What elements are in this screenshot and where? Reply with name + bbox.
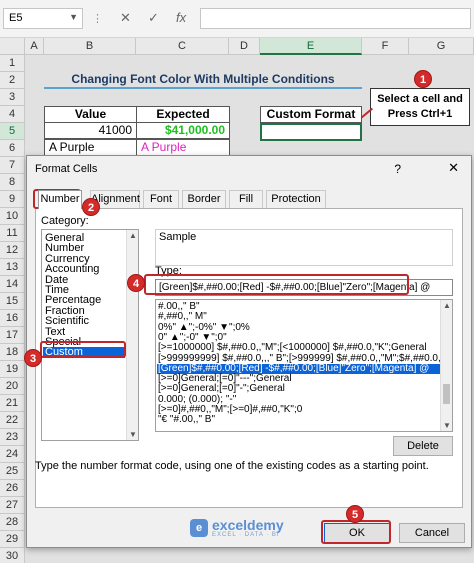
logo-name: exceldemy [212,517,284,533]
row-header[interactable]: 21 [0,395,25,412]
row-header[interactable]: 22 [0,412,25,429]
column-header-f[interactable]: F [362,38,409,55]
column-header-d[interactable]: D [229,38,260,55]
format-code-item[interactable]: [>=1000000] $#,##0.0,,"M";[<1000000] $#,… [158,343,427,353]
cancel-icon[interactable]: ✕ [120,10,131,26]
dialog-title: Format Cells [35,163,98,175]
row-header[interactable]: 4 [0,106,25,123]
row-header[interactable]: 14 [0,276,25,293]
exceldemy-logo: e exceldemy EXCEL · DATA · BI [190,517,310,539]
chevron-down-icon[interactable]: ▼ [69,12,78,22]
scroll-down-icon[interactable]: ▼ [127,430,139,439]
category-label: Category: [41,215,89,227]
row-header[interactable]: 9 [0,191,25,208]
row-header[interactable]: 26 [0,480,25,497]
row-header[interactable]: 8 [0,174,25,191]
row-header[interactable]: 6 [0,140,25,157]
row-header[interactable]: 29 [0,531,25,548]
name-box-value: E5 [9,12,23,24]
delete-button[interactable]: Delete [393,436,453,456]
value-cell-b5[interactable]: 41000 [44,122,137,139]
step-badge-4: 4 [127,274,145,292]
highlight-custom-category [40,341,126,358]
row-header[interactable]: 10 [0,208,25,225]
expected-format-header[interactable]: Expected Format [136,106,230,136]
row-header[interactable]: 25 [0,463,25,480]
step-badge-5: 5 [346,505,364,523]
step-badge-1: 1 [414,70,432,88]
format-code-list[interactable]: #.00,," B" #,##0,," M" 0%" ▲";-0%" ▼";0% 0"… [155,299,453,432]
column-header-g[interactable]: G [409,38,474,55]
step-badge-2: 2 [82,198,100,216]
fx-icon[interactable]: fx [176,10,186,25]
row-header[interactable]: 15 [0,293,25,310]
highlight-type-input [144,274,409,295]
row-header[interactable]: 27 [0,497,25,514]
step-badge-3: 3 [24,349,42,367]
callout-line-1: Select a cell and [377,93,463,105]
expected-cell-c5[interactable]: $41,000.00 [136,122,230,139]
category-scrollbar[interactable]: ▲ ▼ [126,230,138,440]
selected-cell-e5[interactable] [260,123,362,141]
format-code-item[interactable]: "€ "#.00,," B" [158,415,215,425]
select-all-corner[interactable] [0,38,25,55]
row-header[interactable]: 11 [0,225,25,242]
column-header-a[interactable]: A [25,38,44,55]
tab-font[interactable]: Font [143,190,179,208]
row-header[interactable]: 18 [0,344,25,361]
column-header-b[interactable]: B [44,38,136,55]
tab-protection[interactable]: Protection [266,190,326,208]
row-header[interactable]: 16 [0,310,25,327]
format-code-item[interactable]: #,##0,," M" [158,312,207,322]
formula-bar: E5 ▼ ⋮ ✕ ✓ fx [0,0,474,38]
row-header[interactable]: 24 [0,446,25,463]
value-header[interactable]: Value [44,106,137,123]
custom-format-header[interactable]: Custom Format [260,106,362,123]
logo-icon: e [190,519,208,537]
row-header[interactable]: 13 [0,259,25,276]
row-header[interactable]: 7 [0,157,25,174]
tab-number[interactable]: Number [38,190,82,209]
scroll-up-icon[interactable]: ▲ [441,301,452,310]
logo-tagline: EXCEL · DATA · BI [212,532,280,538]
instruction-callout: Select a cell and Press Ctrl+1 [370,88,470,126]
row-header[interactable]: 1 [0,55,25,72]
tab-fill[interactable]: Fill [229,190,263,208]
enter-icon[interactable]: ✓ [148,10,159,26]
value-cell-b6[interactable]: A Purple [44,139,137,156]
callout-line-2: Press Ctrl+1 [387,108,453,120]
column-header-c[interactable]: C [136,38,229,55]
format-code-item[interactable]: [>999999999] $#,##0.0,,," B";[>999999] $… [158,353,451,364]
scroll-thumb[interactable] [443,384,450,404]
format-description: Type the number format code, using one o… [35,460,429,472]
row-header[interactable]: 20 [0,378,25,395]
sample-box [155,229,453,266]
row-header[interactable]: 3 [0,89,25,106]
row-header[interactable]: 17 [0,327,25,344]
scroll-down-icon[interactable]: ▼ [441,421,452,430]
sheet-title: Changing Font Color With Multiple Condit… [44,72,362,89]
format-code-item[interactable]: [>=0]General;[=0]"-";General [158,384,285,394]
tab-border[interactable]: Border [182,190,226,208]
formula-bar-separator: ⋮ [92,13,103,25]
formula-input[interactable] [200,8,471,29]
expected-cell-c6[interactable]: A Purple [136,139,230,156]
name-box[interactable]: E5 ▼ [3,8,83,29]
format-list-scrollbar[interactable]: ▲ ▼ [440,300,452,431]
row-header[interactable]: 12 [0,242,25,259]
close-icon[interactable]: ✕ [448,160,459,176]
help-icon[interactable]: ? [394,162,401,176]
cancel-button[interactable]: Cancel [399,523,465,543]
row-header[interactable]: 30 [0,548,25,563]
highlight-ok-button [321,520,391,544]
scroll-up-icon[interactable]: ▲ [127,231,139,240]
row-header[interactable]: 2 [0,72,25,89]
row-header[interactable]: 28 [0,514,25,531]
category-list[interactable]: General Number Currency Accounting Date Time P… [41,229,139,441]
row-header[interactable]: 19 [0,361,25,378]
row-header[interactable]: 5 [0,123,25,140]
row-header[interactable]: 23 [0,429,25,446]
column-header-e[interactable]: E [260,38,362,55]
